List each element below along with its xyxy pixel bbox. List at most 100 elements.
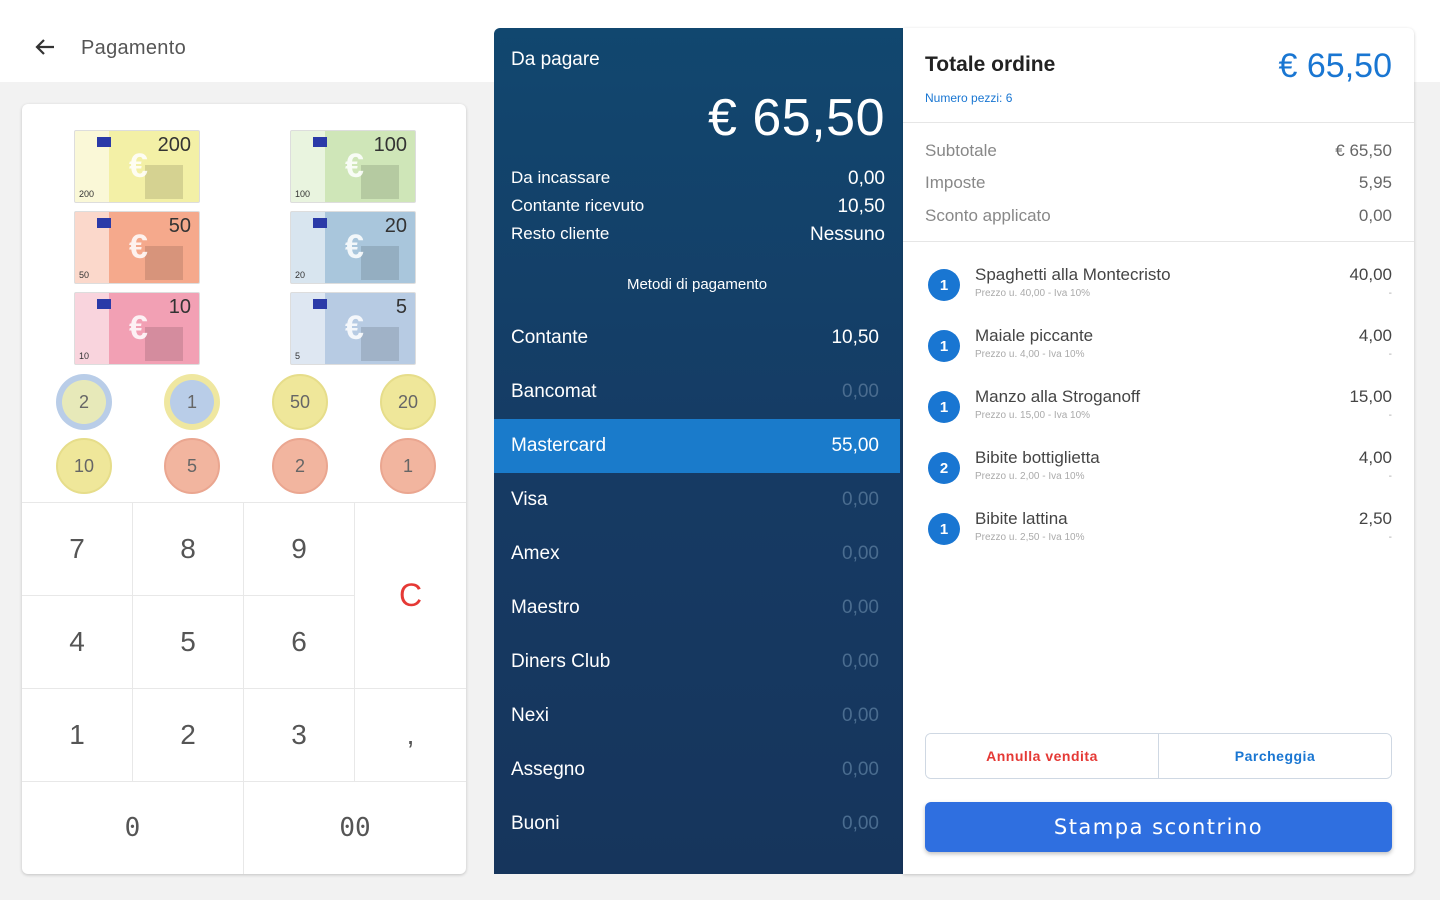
payment-method-amount: 0,00 [842,813,879,834]
payment-method-name: Contante [511,327,589,348]
banknote-20[interactable]: €20 20 [290,211,416,284]
order-item[interactable]: 1 Manzo alla Stroganoff Prezzo u. 15,00 - … [925,386,1392,436]
order-item[interactable]: 1 Maiale piccante Prezzo u. 4,00 - Iva 10%… [925,325,1392,375]
payment-method-bancomat[interactable]: Bancomat 0,00 [494,365,900,419]
banknote-value: 200 [157,134,191,156]
banknote-50[interactable]: €50 50 [74,211,200,284]
discount-label: Sconto applicato [925,206,1051,225]
payment-method-name: Maestro [511,597,580,618]
arrow-left-icon[interactable] [30,32,60,62]
payment-methods-title: Metodi di pagamento [626,276,768,293]
divider [903,122,1414,123]
quantity-badge: 1 [928,269,960,301]
order-total-title: Totale ordine [925,53,1056,76]
cash-received-row: Contante ricevuto 10,50 [511,196,885,218]
payment-method-visa[interactable]: Visa 0,00 [494,473,900,527]
banknote-100[interactable]: €100 100 [290,130,416,203]
key-6[interactable]: 6 [244,595,355,688]
banknote-window [145,246,183,280]
item-price: 4,00 [1358,448,1392,467]
coin-20[interactable]: 20 [380,374,436,430]
payment-method-amount: 0,00 [842,597,879,618]
to-collect-row: Da incassare 0,00 [511,168,885,190]
eu-flag-icon [97,299,111,309]
clear-key[interactable]: C [355,502,466,688]
order-item[interactable]: 1 Spaghetti alla Montecristo Prezzo u. 40,… [925,264,1392,314]
key-comma[interactable]: , [355,688,466,781]
payment-method-name: Mastercard [511,435,607,456]
banknote-200[interactable]: €200 200 [74,130,200,203]
key-3[interactable]: 3 [244,688,355,781]
item-detail: Prezzo u. 2,50 - Iva 10% [975,532,1085,543]
amount-due-label: Da pagare [511,49,600,70]
park-order-button[interactable]: Parcheggia [1159,734,1391,778]
taxes-label: Imposte [925,173,986,192]
payment-method-assegno[interactable]: Assegno 0,00 [494,743,900,797]
euro-icon: € [129,228,148,266]
key-8[interactable]: 8 [133,502,244,595]
key-0[interactable]: 0 [22,781,244,874]
banknote-10[interactable]: €10 10 [74,292,200,365]
cancel-sale-button[interactable]: Annulla vendita [926,734,1159,778]
to-collect-label: Da incassare [511,168,611,187]
coin-50[interactable]: 50 [272,374,328,430]
quantity-badge: 1 [928,391,960,423]
key-2[interactable]: 2 [133,688,244,781]
payment-method-amex[interactable]: Amex 0,00 [494,527,900,581]
banknote-value: 10 [168,296,191,318]
taxes-value: 5,95 [1358,173,1392,192]
euro-icon: € [345,309,364,347]
payment-method-name: Visa [511,489,548,510]
payment-method-nexi[interactable]: Nexi 0,00 [494,689,900,743]
key-4[interactable]: 4 [22,595,133,688]
coin-2[interactable]: 2 [272,438,328,494]
divider [903,241,1414,242]
numeric-keypad: 7 8 9 C 4 5 6 1 2 3 , 0 00 [22,502,466,874]
item-name: Bibite bottiglietta [975,448,1100,467]
print-receipt-button[interactable]: Stampa scontrino [925,802,1392,852]
key-5[interactable]: 5 [133,595,244,688]
key-1[interactable]: 1 [22,688,133,781]
banknote-value: 100 [373,134,407,156]
item-discount: - [1388,532,1392,543]
banknote-window [361,246,399,280]
payment-method-amount: 0,00 [842,759,879,780]
coin-5[interactable]: 5 [164,438,220,494]
payment-method-name: Diners Club [511,651,611,672]
quantity-badge: 1 [928,330,960,362]
cash-received-value: 10,50 [837,196,885,217]
payment-method-mastercard[interactable]: Mastercard 55,00 [494,419,900,473]
order-total-value: € 65,50 [1278,47,1392,85]
coin-2[interactable]: 2 [56,374,112,430]
pieces-count: Numero pezzi: 6 [925,91,1013,105]
payment-method-amount: 0,00 [842,489,879,510]
coin-10[interactable]: 10 [56,438,112,494]
payment-method-buoni[interactable]: Buoni 0,00 [494,797,900,851]
order-actions: Annulla vendita Parcheggia [925,733,1392,779]
coin-1[interactable]: 1 [380,438,436,494]
coin-value: 2 [78,391,89,412]
payment-method-amount: 0,00 [842,543,879,564]
key-7[interactable]: 7 [22,502,133,595]
cash-keypad-card: €200 200 €100 100 €50 50 €20 20 €10 10 €5 5 2 1 50 20 1… [22,104,466,874]
payment-method-diners-club[interactable]: Diners Club 0,00 [494,635,900,689]
key-9[interactable]: 9 [244,502,355,595]
key-00[interactable]: 00 [244,781,466,874]
coin-1[interactable]: 1 [164,374,220,430]
change-value: Nessuno [810,224,885,245]
item-discount: - [1388,410,1392,421]
item-name: Maiale piccante [975,326,1094,345]
payment-method-contante[interactable]: Contante 10,50 [494,311,900,365]
amount-due-value: € 65,50 [708,89,885,147]
quantity-badge: 2 [928,452,960,484]
payment-method-name: Buoni [511,813,560,834]
payment-method-amount: 0,00 [842,381,879,402]
item-detail: Prezzo u. 4,00 - Iva 10% [975,349,1085,360]
banknote-window [361,165,399,199]
eu-flag-icon [97,218,111,228]
banknote-5[interactable]: €5 5 [290,292,416,365]
payment-method-maestro[interactable]: Maestro 0,00 [494,581,900,635]
coin-value: 50 [289,391,311,412]
order-item[interactable]: 2 Bibite bottiglietta Prezzo u. 2,00 - Iva… [925,447,1392,497]
order-item[interactable]: 1 Bibite lattina Prezzo u. 2,50 - Iva 10% 2… [925,508,1392,558]
